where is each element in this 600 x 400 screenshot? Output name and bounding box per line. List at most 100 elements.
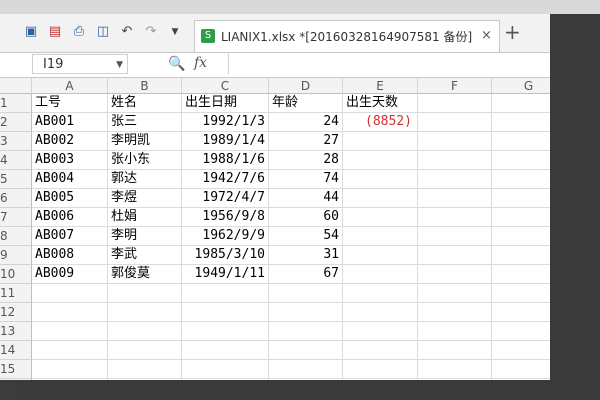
row-header-8[interactable]: 8: [0, 227, 32, 246]
cell-c13[interactable]: [182, 322, 269, 341]
cell-e1[interactable]: 出生天数: [343, 94, 418, 113]
cell-c4[interactable]: 1988/1/6: [182, 151, 269, 170]
cell-g16[interactable]: [492, 379, 550, 380]
cell-e12[interactable]: [343, 303, 418, 322]
cell-a16[interactable]: [32, 379, 108, 380]
cell-b10[interactable]: 郭俊莫: [108, 265, 182, 284]
cell-a4[interactable]: AB003: [32, 151, 108, 170]
cell-g7[interactable]: [492, 208, 550, 227]
redo-icon[interactable]: ↷: [144, 25, 158, 39]
row-header-16[interactable]: 16: [0, 379, 32, 380]
cell-a11[interactable]: [32, 284, 108, 303]
cell-g1[interactable]: [492, 94, 550, 113]
cell-d15[interactable]: [269, 360, 343, 379]
cell-c8[interactable]: 1962/9/9: [182, 227, 269, 246]
row-header-6[interactable]: 6: [0, 189, 32, 208]
cell-g6[interactable]: [492, 189, 550, 208]
row-header-2[interactable]: 2: [0, 113, 32, 132]
cell-f6[interactable]: [418, 189, 492, 208]
cell-g10[interactable]: [492, 265, 550, 284]
cell-f7[interactable]: [418, 208, 492, 227]
cell-f16[interactable]: [418, 379, 492, 380]
cell-g14[interactable]: [492, 341, 550, 360]
row-header-14[interactable]: 14: [0, 341, 32, 360]
cell-d2[interactable]: 24: [269, 113, 343, 132]
cell-a3[interactable]: AB002: [32, 132, 108, 151]
cell-a5[interactable]: AB004: [32, 170, 108, 189]
cell-b3[interactable]: 李明凯: [108, 132, 182, 151]
cell-c16[interactable]: [182, 379, 269, 380]
cell-g9[interactable]: [492, 246, 550, 265]
cell-g11[interactable]: [492, 284, 550, 303]
print-preview-icon[interactable]: ◫: [96, 25, 110, 39]
select-all-corner[interactable]: [0, 78, 32, 94]
formula-input[interactable]: [228, 54, 550, 74]
cell-a10[interactable]: AB009: [32, 265, 108, 284]
column-header-g[interactable]: G: [492, 78, 550, 94]
cell-d3[interactable]: 27: [269, 132, 343, 151]
cell-c2[interactable]: 1992/1/3: [182, 113, 269, 132]
cell-d7[interactable]: 60: [269, 208, 343, 227]
cell-e2[interactable]: (8852): [343, 113, 418, 132]
cell-c6[interactable]: 1972/4/7: [182, 189, 269, 208]
cell-a2[interactable]: AB001: [32, 113, 108, 132]
cell-d14[interactable]: [269, 341, 343, 360]
cell-b8[interactable]: 李明: [108, 227, 182, 246]
cell-c15[interactable]: [182, 360, 269, 379]
cell-b7[interactable]: 杜娟: [108, 208, 182, 227]
print-icon[interactable]: ⎙: [72, 25, 86, 39]
row-header-9[interactable]: 9: [0, 246, 32, 265]
cell-b6[interactable]: 李煜: [108, 189, 182, 208]
cell-d8[interactable]: 54: [269, 227, 343, 246]
cell-e9[interactable]: [343, 246, 418, 265]
row-header-7[interactable]: 7: [0, 208, 32, 227]
column-header-e[interactable]: E: [343, 78, 418, 94]
cell-f10[interactable]: [418, 265, 492, 284]
cell-d12[interactable]: [269, 303, 343, 322]
cell-f15[interactable]: [418, 360, 492, 379]
cell-g3[interactable]: [492, 132, 550, 151]
cell-d11[interactable]: [269, 284, 343, 303]
cell-f9[interactable]: [418, 246, 492, 265]
cell-e4[interactable]: [343, 151, 418, 170]
new-tab-button[interactable]: +: [504, 20, 521, 44]
cell-c9[interactable]: 1985/3/10: [182, 246, 269, 265]
cell-c11[interactable]: [182, 284, 269, 303]
cell-a9[interactable]: AB008: [32, 246, 108, 265]
row-header-13[interactable]: 13: [0, 322, 32, 341]
cell-b9[interactable]: 李武: [108, 246, 182, 265]
cell-d5[interactable]: 74: [269, 170, 343, 189]
row-header-15[interactable]: 15: [0, 360, 32, 379]
save-icon[interactable]: ▣: [24, 25, 38, 39]
fx-icon[interactable]: fx: [194, 55, 207, 71]
cell-b14[interactable]: [108, 341, 182, 360]
cell-a13[interactable]: [32, 322, 108, 341]
cell-g8[interactable]: [492, 227, 550, 246]
cell-c1[interactable]: 出生日期: [182, 94, 269, 113]
cell-c10[interactable]: 1949/1/11: [182, 265, 269, 284]
cell-f11[interactable]: [418, 284, 492, 303]
cell-d4[interactable]: 28: [269, 151, 343, 170]
cell-a12[interactable]: [32, 303, 108, 322]
column-header-b[interactable]: B: [108, 78, 182, 94]
cell-g4[interactable]: [492, 151, 550, 170]
close-tab-icon[interactable]: ×: [481, 28, 492, 43]
undo-icon[interactable]: ↶: [120, 25, 134, 39]
cell-b1[interactable]: 姓名: [108, 94, 182, 113]
row-header-11[interactable]: 11: [0, 284, 32, 303]
cell-g13[interactable]: [492, 322, 550, 341]
cell-e5[interactable]: [343, 170, 418, 189]
row-header-12[interactable]: 12: [0, 303, 32, 322]
cell-g2[interactable]: [492, 113, 550, 132]
cell-b5[interactable]: 郭达: [108, 170, 182, 189]
cell-f3[interactable]: [418, 132, 492, 151]
cell-f4[interactable]: [418, 151, 492, 170]
chevron-down-icon[interactable]: ▼: [116, 55, 123, 75]
cell-b15[interactable]: [108, 360, 182, 379]
cell-f12[interactable]: [418, 303, 492, 322]
row-header-5[interactable]: 5: [0, 170, 32, 189]
cell-a14[interactable]: [32, 341, 108, 360]
cell-c12[interactable]: [182, 303, 269, 322]
pdf-icon[interactable]: ▤: [48, 25, 62, 39]
cell-c14[interactable]: [182, 341, 269, 360]
